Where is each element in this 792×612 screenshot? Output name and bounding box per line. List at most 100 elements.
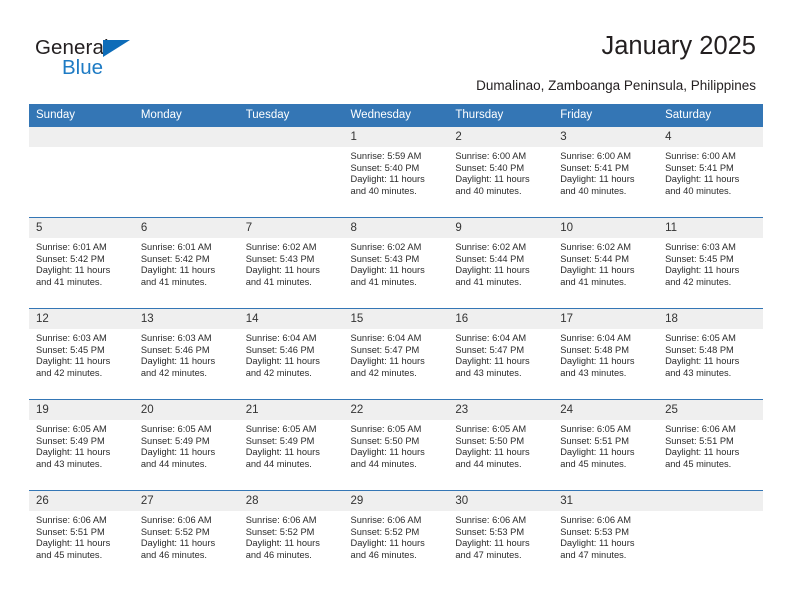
day-details: Sunrise: 6:01 AM Sunset: 5:42 PM Daylight:… xyxy=(134,238,239,288)
day-details: Sunrise: 6:06 AM Sunset: 5:53 PM Daylight:… xyxy=(553,511,658,561)
day-number: 27 xyxy=(133,491,239,511)
sunset-time: Sunset: 5:53 PM xyxy=(455,526,525,537)
calendar-day-cell[interactable]: 31 Sunrise: 6:06 AM Sunset: 5:53 PM Dayligh… xyxy=(553,490,659,581)
calendar-day-cell[interactable]: 18 Sunrise: 6:05 AM Sunset: 5:48 PM Dayligh… xyxy=(658,308,763,400)
calendar-day-cell[interactable]: 6 Sunrise: 6:01 AM Sunset: 5:42 PM Daylight… xyxy=(133,217,239,309)
calendar-day-cell[interactable]: 20 Sunrise: 6:05 AM Sunset: 5:49 PM Dayligh… xyxy=(133,399,239,491)
calendar-day-cell[interactable]: 2 Sunrise: 6:00 AM Sunset: 5:40 PM Daylight… xyxy=(448,126,554,218)
calendar-day-cell[interactable]: 27 Sunrise: 6:06 AM Sunset: 5:52 PM Dayligh… xyxy=(133,490,239,581)
day-details: Sunrise: 6:05 AM Sunset: 5:50 PM Daylight:… xyxy=(344,420,449,470)
calendar-day-cell[interactable]: 30 Sunrise: 6:06 AM Sunset: 5:53 PM Dayligh… xyxy=(448,490,554,581)
daylight-duration-line2: and 41 minutes. xyxy=(455,276,522,287)
calendar-day-cell[interactable]: 9 Sunrise: 6:02 AM Sunset: 5:44 PM Daylight… xyxy=(448,217,554,309)
daylight-duration-line2: and 47 minutes. xyxy=(560,549,627,560)
daylight-duration-line1: Daylight: 11 hours xyxy=(665,174,740,185)
daylight-duration-line1: Daylight: 11 hours xyxy=(455,447,530,458)
sunrise-time: Sunrise: 6:04 AM xyxy=(560,333,632,343)
day-number: 31 xyxy=(553,491,659,511)
day-details: Sunrise: 6:02 AM Sunset: 5:44 PM Daylight:… xyxy=(448,238,553,288)
daylight-duration-line1: Daylight: 11 hours xyxy=(350,174,425,185)
sunset-time: Sunset: 5:51 PM xyxy=(665,435,734,446)
calendar-day-cell[interactable]: 5 Sunrise: 6:01 AM Sunset: 5:42 PM Daylight… xyxy=(29,217,134,309)
daylight-duration-line2: and 44 minutes. xyxy=(350,458,417,469)
day-number: 1 xyxy=(343,127,449,147)
day-details: Sunrise: 6:02 AM Sunset: 5:44 PM Daylight:… xyxy=(553,238,658,288)
daylight-duration-line1: Daylight: 11 hours xyxy=(350,265,425,276)
calendar-day-cell[interactable]: 16 Sunrise: 6:04 AM Sunset: 5:47 PM Dayligh… xyxy=(448,308,554,400)
sunset-time: Sunset: 5:43 PM xyxy=(245,253,315,264)
sunrise-time: Sunrise: 5:59 AM xyxy=(350,151,422,161)
calendar-day-cell[interactable]: 17 Sunrise: 6:04 AM Sunset: 5:48 PM Dayligh… xyxy=(553,308,659,400)
sunrise-time: Sunrise: 6:06 AM xyxy=(350,515,422,525)
weekday-header-tuesday: Tuesday xyxy=(238,104,344,127)
sunset-time: Sunset: 5:41 PM xyxy=(665,162,734,173)
sunrise-time: Sunrise: 6:01 AM xyxy=(36,242,107,252)
calendar-day-cell[interactable]: 23 Sunrise: 6:05 AM Sunset: 5:50 PM Dayligh… xyxy=(448,399,554,491)
calendar-day-cell[interactable]: 8 Sunrise: 6:02 AM Sunset: 5:43 PM Daylight… xyxy=(343,217,449,309)
calendar-day-cell[interactable]: 24 Sunrise: 6:05 AM Sunset: 5:51 PM Dayligh… xyxy=(553,399,659,491)
day-details: Sunrise: 6:06 AM Sunset: 5:52 PM Daylight:… xyxy=(134,511,239,561)
calendar-day-cell-empty xyxy=(238,126,344,218)
calendar-day-cell[interactable]: 26 Sunrise: 6:06 AM Sunset: 5:51 PM Dayligh… xyxy=(29,490,134,581)
daylight-duration-line2: and 43 minutes. xyxy=(36,458,103,469)
sunset-time: Sunset: 5:51 PM xyxy=(560,435,629,446)
sunset-time: Sunset: 5:49 PM xyxy=(36,435,105,446)
calendar-day-cell[interactable]: 7 Sunrise: 6:02 AM Sunset: 5:43 PM Daylight… xyxy=(238,217,344,309)
weekday-header-wednesday: Wednesday xyxy=(343,104,449,127)
day-number xyxy=(29,127,134,147)
sunrise-time: Sunrise: 6:04 AM xyxy=(350,333,422,343)
calendar-day-cell[interactable]: 14 Sunrise: 6:04 AM Sunset: 5:46 PM Dayligh… xyxy=(238,308,344,400)
sunset-time: Sunset: 5:47 PM xyxy=(455,344,525,355)
daylight-duration-line2: and 40 minutes. xyxy=(665,185,732,196)
daylight-duration-line1: Daylight: 11 hours xyxy=(350,447,425,458)
calendar-day-cell[interactable]: 1 Sunrise: 5:59 AM Sunset: 5:40 PM Daylight… xyxy=(343,126,449,218)
calendar-day-cell[interactable]: 19 Sunrise: 6:05 AM Sunset: 5:49 PM Dayligh… xyxy=(29,399,134,491)
calendar-day-cell[interactable]: 12 Sunrise: 6:03 AM Sunset: 5:45 PM Dayligh… xyxy=(29,308,134,400)
daylight-duration-line1: Daylight: 11 hours xyxy=(560,447,635,458)
day-number: 2 xyxy=(448,127,554,147)
calendar-day-cell[interactable]: 15 Sunrise: 6:04 AM Sunset: 5:47 PM Dayligh… xyxy=(343,308,449,400)
calendar-day-cell-empty xyxy=(133,126,239,218)
day-details: Sunrise: 6:00 AM Sunset: 5:41 PM Daylight:… xyxy=(658,147,763,197)
calendar-day-cell[interactable]: 11 Sunrise: 6:03 AM Sunset: 5:45 PM Dayligh… xyxy=(658,217,763,309)
day-number: 17 xyxy=(553,309,659,329)
calendar-day-cell[interactable]: 25 Sunrise: 6:06 AM Sunset: 5:51 PM Dayligh… xyxy=(658,399,763,491)
calendar-week-row: 26 Sunrise: 6:06 AM Sunset: 5:51 PM Dayligh… xyxy=(29,490,763,581)
calendar-week-row: 12 Sunrise: 6:03 AM Sunset: 5:45 PM Dayligh… xyxy=(29,308,763,400)
weekday-header-thursday: Thursday xyxy=(448,104,554,127)
sunrise-time: Sunrise: 6:04 AM xyxy=(455,333,527,343)
day-details: Sunrise: 6:05 AM Sunset: 5:49 PM Daylight:… xyxy=(29,420,134,470)
calendar-day-cell[interactable]: 22 Sunrise: 6:05 AM Sunset: 5:50 PM Dayligh… xyxy=(343,399,449,491)
day-number: 19 xyxy=(29,400,134,420)
calendar-day-cell[interactable]: 3 Sunrise: 6:00 AM Sunset: 5:41 PM Daylight… xyxy=(553,126,659,218)
daylight-duration-line2: and 44 minutes. xyxy=(245,458,312,469)
day-number xyxy=(658,491,763,511)
calendar-day-cell[interactable]: 4 Sunrise: 6:00 AM Sunset: 5:41 PM Daylight… xyxy=(658,126,763,218)
daylight-duration-line2: and 41 minutes. xyxy=(36,276,103,287)
day-number: 22 xyxy=(343,400,449,420)
calendar-table: Sunday Monday Tuesday Wednesday Thursday… xyxy=(29,104,763,581)
day-details: Sunrise: 6:01 AM Sunset: 5:42 PM Daylight:… xyxy=(29,238,134,288)
day-number: 24 xyxy=(553,400,659,420)
calendar-day-cell[interactable]: 13 Sunrise: 6:03 AM Sunset: 5:46 PM Dayligh… xyxy=(133,308,239,400)
daylight-duration-line2: and 41 minutes. xyxy=(350,276,417,287)
day-details: Sunrise: 6:04 AM Sunset: 5:47 PM Daylight:… xyxy=(448,329,553,379)
sunset-time: Sunset: 5:51 PM xyxy=(36,526,105,537)
calendar-day-cell[interactable]: 21 Sunrise: 6:05 AM Sunset: 5:49 PM Dayligh… xyxy=(238,399,344,491)
calendar-day-cell[interactable]: 28 Sunrise: 6:06 AM Sunset: 5:52 PM Dayligh… xyxy=(238,490,344,581)
day-number: 25 xyxy=(658,400,763,420)
calendar-grid: Sunday Monday Tuesday Wednesday Thursday… xyxy=(29,104,763,581)
day-details: Sunrise: 5:59 AM Sunset: 5:40 PM Daylight:… xyxy=(344,147,449,197)
calendar-page: General Blue January 2025 Dumalinao, Zam… xyxy=(0,0,792,612)
day-details: Sunrise: 6:05 AM Sunset: 5:49 PM Daylight:… xyxy=(239,420,344,470)
sunset-time: Sunset: 5:41 PM xyxy=(560,162,629,173)
sunset-time: Sunset: 5:48 PM xyxy=(665,344,734,355)
general-blue-logo[interactable]: General Blue xyxy=(35,36,205,86)
calendar-header-row: Sunday Monday Tuesday Wednesday Thursday… xyxy=(29,104,763,127)
daylight-duration-line2: and 42 minutes. xyxy=(140,367,207,378)
daylight-duration-line1: Daylight: 11 hours xyxy=(140,265,216,276)
day-details: Sunrise: 6:05 AM Sunset: 5:48 PM Daylight:… xyxy=(658,329,763,379)
daylight-duration-line2: and 41 minutes. xyxy=(560,276,627,287)
calendar-day-cell[interactable]: 10 Sunrise: 6:02 AM Sunset: 5:44 PM Dayligh… xyxy=(553,217,659,309)
calendar-day-cell[interactable]: 29 Sunrise: 6:06 AM Sunset: 5:52 PM Dayligh… xyxy=(343,490,449,581)
